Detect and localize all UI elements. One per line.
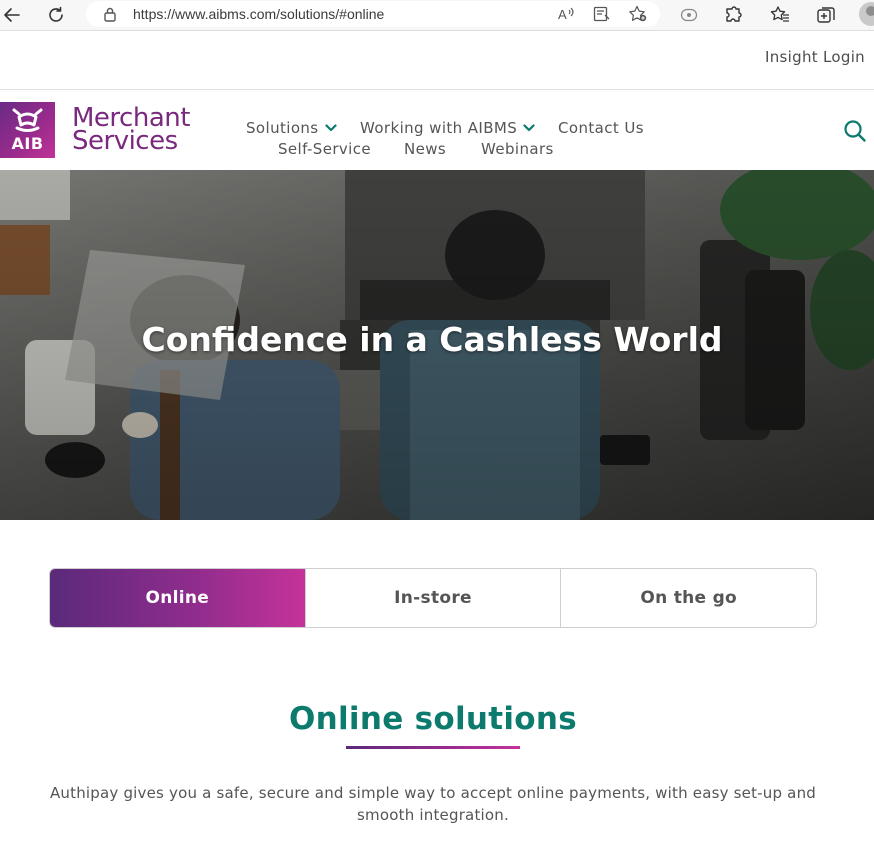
chevron-down-icon bbox=[523, 124, 535, 132]
nav-working-with-aibms[interactable]: Working with AIBMS bbox=[360, 119, 535, 137]
section-title: Online solutions bbox=[288, 701, 578, 737]
browser-toolbar: https://www.aibms.com/solutions/#online … bbox=[0, 0, 874, 31]
read-aloud-icon[interactable]: A bbox=[556, 5, 576, 23]
extension-icon[interactable] bbox=[721, 3, 745, 27]
nav-news[interactable]: News bbox=[404, 140, 446, 158]
nav-webinars[interactable]: Webinars bbox=[481, 140, 554, 158]
merchant-services-wordmark[interactable]: Merchant Services bbox=[72, 105, 190, 156]
hero-banner: Confidence in a Cashless World bbox=[0, 170, 874, 520]
url-text[interactable]: https://www.aibms.com/solutions/#online bbox=[133, 6, 384, 22]
nav-solutions[interactable]: Solutions bbox=[246, 119, 337, 137]
nav-self-service[interactable]: Self-Service bbox=[278, 140, 371, 158]
svg-text:A: A bbox=[558, 7, 567, 22]
immersive-reader-icon[interactable] bbox=[592, 5, 612, 23]
tab-in-store[interactable]: In-store bbox=[306, 569, 562, 627]
lock-icon[interactable] bbox=[103, 6, 117, 26]
insight-login-link[interactable]: Insight Login bbox=[765, 48, 865, 66]
chevron-down-icon bbox=[324, 124, 337, 132]
section-title-underline bbox=[346, 746, 520, 749]
site-header: AIB Merchant Services Solutions Working … bbox=[0, 91, 874, 170]
utility-bar: Insight Login bbox=[0, 31, 874, 90]
address-bar[interactable]: https://www.aibms.com/solutions/#online … bbox=[86, 1, 660, 27]
search-icon[interactable] bbox=[843, 119, 867, 143]
add-favorite-icon[interactable] bbox=[628, 5, 648, 23]
aib-ark-icon bbox=[12, 108, 43, 132]
reload-icon[interactable] bbox=[44, 3, 68, 27]
solutions-tabs: Online In-store On the go bbox=[49, 568, 817, 628]
aib-badge-text: AIB bbox=[11, 134, 44, 153]
nav-contact-us[interactable]: Contact Us bbox=[558, 119, 644, 137]
aib-logo[interactable]: AIB bbox=[0, 102, 55, 158]
back-arrow-icon[interactable] bbox=[0, 3, 24, 27]
tracking-icon[interactable] bbox=[677, 3, 701, 27]
section-description: Authipay gives you a safe, secure and si… bbox=[49, 784, 817, 824]
tab-online[interactable]: Online bbox=[50, 569, 306, 627]
wordmark-line-2: Services bbox=[72, 126, 178, 156]
tab-on-the-go[interactable]: On the go bbox=[561, 569, 816, 627]
favorites-icon[interactable] bbox=[768, 3, 792, 27]
nav-working-label: Working with AIBMS bbox=[360, 119, 518, 137]
nav-solutions-label: Solutions bbox=[246, 119, 319, 137]
collections-icon[interactable] bbox=[814, 3, 838, 27]
hero-title: Confidence in a Cashless World bbox=[141, 320, 723, 359]
profile-icon[interactable] bbox=[859, 2, 874, 26]
